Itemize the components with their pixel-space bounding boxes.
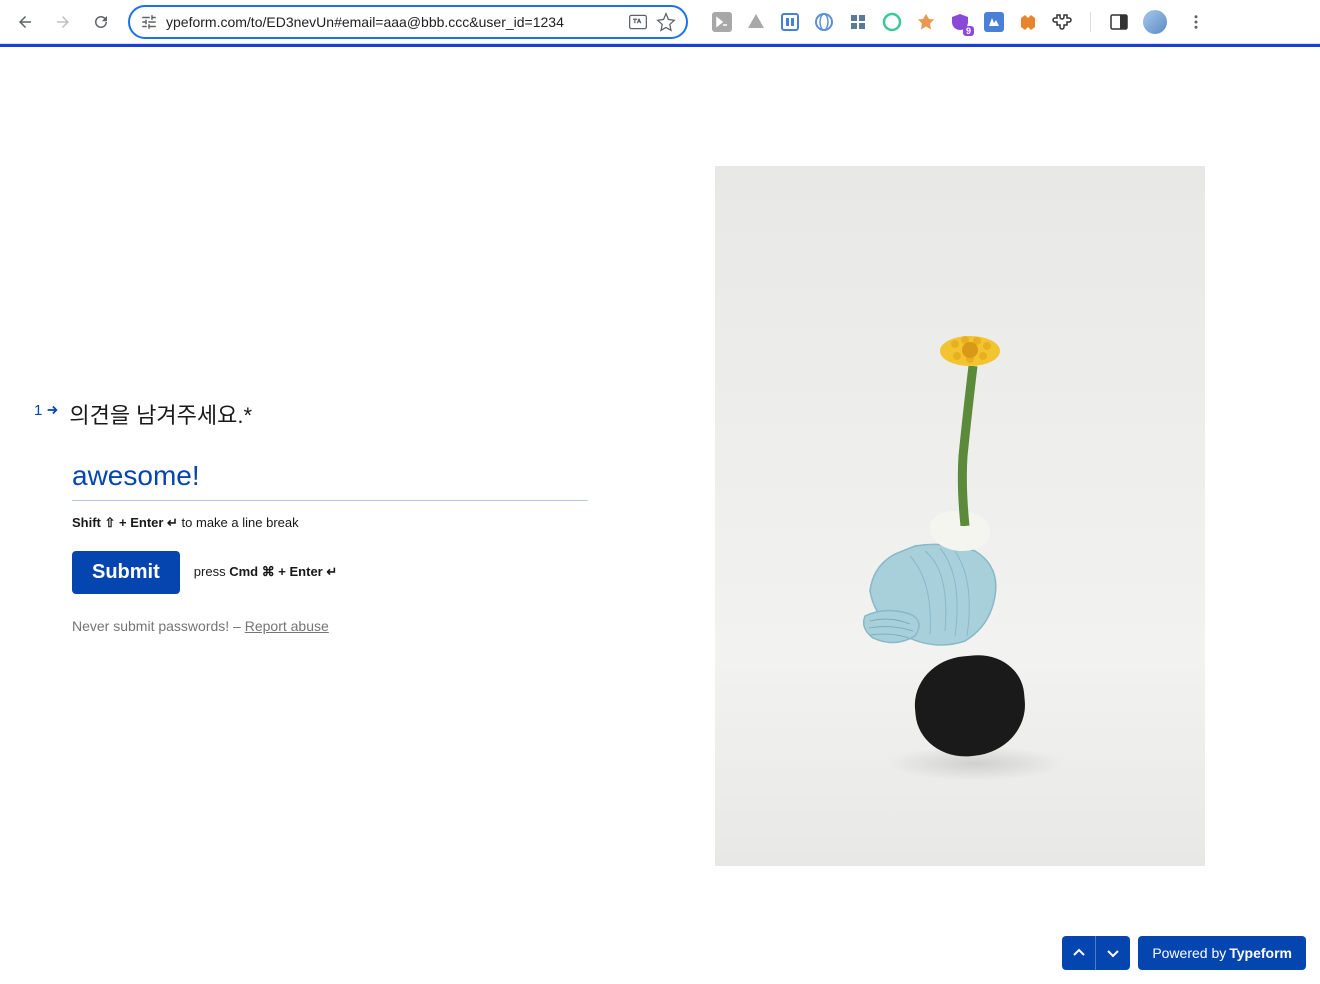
- browser-toolbar: 9: [0, 0, 1320, 44]
- bookmark-star-icon[interactable]: [656, 12, 676, 32]
- answer-input[interactable]: [72, 460, 588, 501]
- hint-rest: to make a line break: [178, 515, 299, 530]
- powered-by-link[interactable]: Powered by Typeform: [1138, 936, 1306, 970]
- submit-hint: press Cmd ⌘ + Enter ↵: [194, 564, 337, 580]
- footer-controls: Powered by Typeform: [1062, 936, 1306, 970]
- side-panel-icon[interactable]: [1109, 12, 1129, 32]
- extension-icon-9[interactable]: [984, 12, 1004, 32]
- extension-icon-2[interactable]: [746, 12, 766, 32]
- question-text: 의견을 남겨주세요.*: [69, 398, 252, 430]
- image-panel: [660, 47, 1320, 984]
- extensions-area: 9: [712, 7, 1211, 37]
- question-number-text: 1: [34, 402, 42, 419]
- question-row: 1 의견을 남겨주세요.*: [34, 398, 588, 430]
- extensions-puzzle-icon[interactable]: [1052, 12, 1072, 32]
- extension-icon-1[interactable]: [712, 12, 732, 32]
- warning-line: Never submit passwords! – Report abuse: [72, 618, 588, 634]
- extension-icon-6[interactable]: [882, 12, 902, 32]
- press-prefix: press: [194, 564, 229, 579]
- press-keys: Cmd ⌘ + Enter ↵: [229, 564, 337, 579]
- prev-question-button[interactable]: [1062, 936, 1096, 970]
- powered-prefix: Powered by: [1152, 945, 1226, 961]
- arrow-right-icon: [45, 403, 59, 417]
- question-number: 1: [34, 402, 59, 419]
- main-content: 1 의견을 남겨주세요.* Shift ⇧ + Enter ↵ to make …: [0, 47, 1320, 984]
- chrome-menu-icon[interactable]: [1181, 7, 1211, 37]
- extension-icon-10[interactable]: [1018, 12, 1038, 32]
- url-input[interactable]: [166, 14, 620, 30]
- toolbar-divider: [1090, 12, 1091, 32]
- extension-icon-4[interactable]: [814, 12, 834, 32]
- submit-button[interactable]: Submit: [72, 551, 180, 594]
- extension-icon-7[interactable]: [916, 12, 936, 32]
- address-bar[interactable]: [128, 5, 688, 39]
- report-abuse-link[interactable]: Report abuse: [245, 618, 329, 634]
- back-button[interactable]: [10, 7, 40, 37]
- extension-icon-5[interactable]: [848, 12, 868, 32]
- next-question-button[interactable]: [1096, 936, 1130, 970]
- reload-button[interactable]: [86, 7, 116, 37]
- extension-icon-3[interactable]: [780, 12, 800, 32]
- warning-prefix: Never submit passwords! –: [72, 618, 245, 634]
- translate-icon[interactable]: [628, 12, 648, 32]
- line-break-hint: Shift ⇧ + Enter ↵ to make a line break: [72, 515, 588, 531]
- site-settings-icon[interactable]: [140, 13, 158, 31]
- extension-icon-8[interactable]: 9: [950, 12, 970, 32]
- question-nav: [1062, 936, 1130, 970]
- submit-row: Submit press Cmd ⌘ + Enter ↵: [72, 551, 588, 594]
- powered-brand: Typeform: [1229, 945, 1292, 961]
- form-panel: 1 의견을 남겨주세요.* Shift ⇧ + Enter ↵ to make …: [0, 47, 660, 984]
- hint-keys: Shift ⇧ + Enter ↵: [72, 515, 178, 530]
- decorative-image: [715, 166, 1205, 866]
- forward-button[interactable]: [48, 7, 78, 37]
- profile-avatar[interactable]: [1143, 10, 1167, 34]
